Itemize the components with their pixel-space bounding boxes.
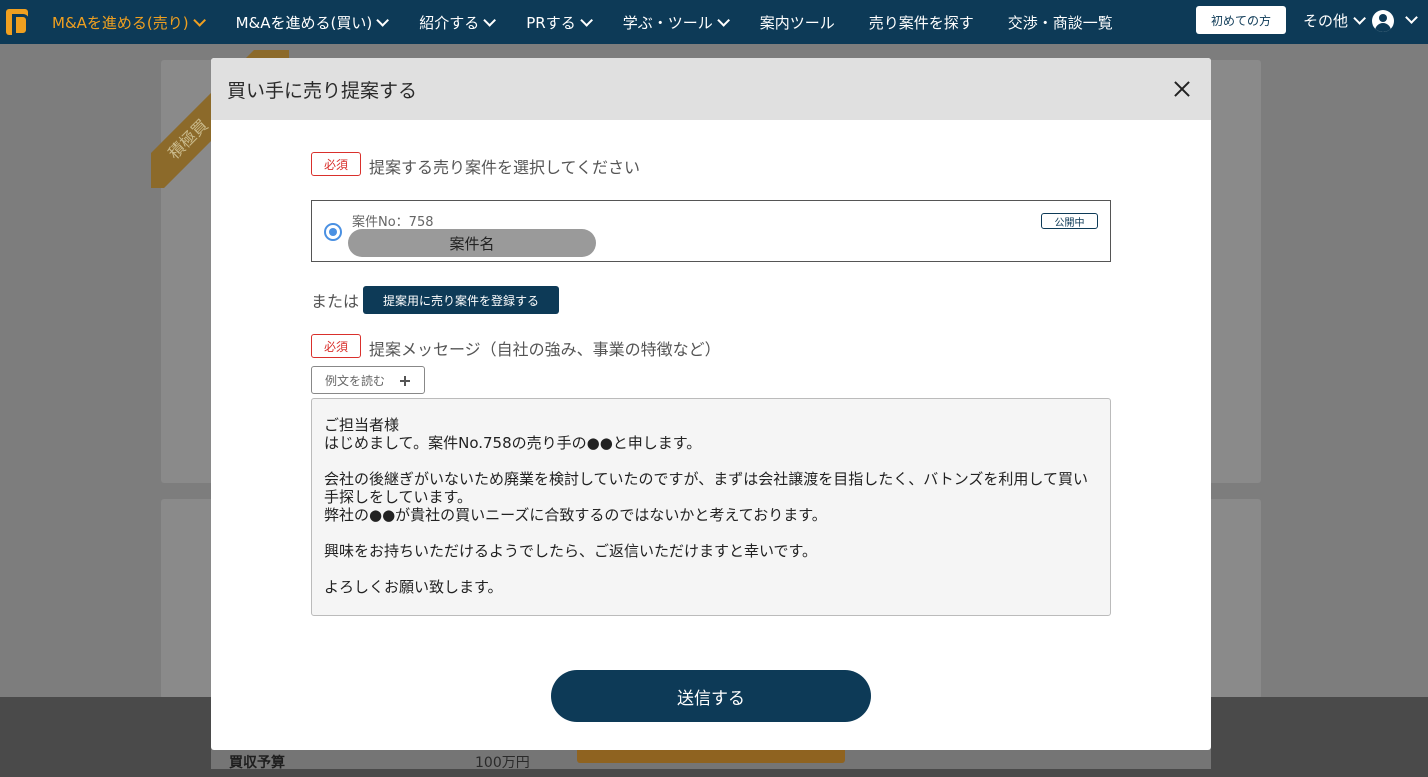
budget-key: 買収予算	[229, 755, 285, 771]
top-nav: M&Aを進める(売り) M&Aを進める(買い) 紹介する PRする 学ぶ・ツール…	[0, 0, 1428, 44]
plus-icon	[400, 376, 410, 386]
nav-learn-label: 学ぶ・ツール	[622, 13, 713, 32]
user-account-icon[interactable]	[1372, 10, 1394, 32]
close-icon[interactable]	[1173, 80, 1191, 98]
required-badge: 必須	[311, 334, 361, 358]
nav-learn[interactable]: 学ぶ・ツール	[622, 12, 730, 33]
message-line	[324, 452, 1098, 470]
case-number: 案件No：758	[352, 215, 434, 230]
message-line: はじめまして。案件No.758の売り手の●●と申します。	[324, 434, 702, 452]
nav-sell-label: M&Aを進める(売り)	[52, 13, 189, 32]
nav-introduce[interactable]: 紹介する	[419, 12, 497, 33]
status-badge: 公開中	[1041, 213, 1098, 229]
message-line: よろしくお願い致します。	[324, 578, 503, 596]
modal-header: 買い手に売り提案する	[211, 58, 1211, 120]
chevron-down-icon	[1353, 12, 1367, 25]
message-label: 提案メッセージ（自社の強み、事業の特徴など）	[369, 340, 721, 359]
user-chevron-down-icon[interactable]	[1405, 11, 1418, 24]
nav-guide-tools[interactable]: 案内ツール	[760, 12, 835, 33]
required-badge: 必須	[311, 152, 361, 176]
nav-pr[interactable]: PRする	[526, 12, 593, 33]
message-line	[324, 560, 1098, 578]
logo-icon[interactable]	[6, 9, 29, 36]
nav-find-deals[interactable]: 売り案件を探す	[869, 12, 974, 33]
chevron-down-icon	[376, 13, 390, 27]
nav-other[interactable]: その他	[1303, 10, 1367, 31]
example-text-label: 例文を読む	[325, 373, 386, 388]
submit-button[interactable]: 送信する	[551, 670, 871, 722]
nav-introduce-label: 紹介する	[419, 13, 480, 32]
message-line: 弊社の●●が貴社の買いニーズに合致するのではないかと考えております。	[324, 506, 827, 524]
propose-modal: 買い手に売り提案する 必須 提案する売り案件を選択してください 案件No：758…	[211, 58, 1211, 750]
chevron-down-icon	[716, 13, 730, 27]
chevron-down-icon	[192, 13, 206, 27]
example-text-button[interactable]: 例文を読む	[311, 366, 425, 394]
budget-value: 100万円	[475, 755, 530, 771]
first-time-button[interactable]: 初めての方	[1196, 6, 1286, 34]
radio-selected-icon[interactable]	[324, 223, 342, 241]
message-line: ご担当者様	[324, 416, 400, 434]
message-line	[324, 524, 1098, 542]
modal-title: 買い手に売り提案する	[227, 79, 418, 102]
chevron-down-icon	[483, 13, 497, 27]
nav-negotiations[interactable]: 交渉・商談一覧	[1008, 12, 1113, 33]
chevron-down-icon	[579, 13, 593, 27]
proposal-option[interactable]: 案件No：758 案件名 公開中	[311, 200, 1111, 262]
message-line: 興味をお持ちいただけるようでしたら、ご返信いただけますと幸いです。	[324, 542, 818, 560]
nav-guide-tools-label: 案内ツール	[759, 13, 835, 32]
message-textarea[interactable]: ご担当者様 はじめまして。案件No.758の売り手の●●と申します。 会社の後継…	[311, 398, 1111, 616]
message-line: 会社の後継ぎがいないため廃業を検討していたのですが、まずは会社譲渡を目指したく、…	[324, 470, 1088, 506]
or-text: または	[311, 292, 360, 311]
nav-buy-label: M&Aを進める(買い)	[235, 13, 373, 32]
select-deal-label: 提案する売り案件を選択してください	[369, 158, 641, 177]
nav-find-deals-label: 売り案件を探す	[868, 13, 974, 32]
nav-other-label: その他	[1303, 12, 1349, 30]
nav-buy[interactable]: M&Aを進める(買い)	[235, 12, 390, 33]
nav-negotiations-label: 交渉・商談一覧	[1007, 13, 1113, 32]
nav-pr-label: PRする	[526, 13, 576, 32]
register-deal-button[interactable]: 提案用に売り案件を登録する	[363, 286, 559, 314]
nav-sell[interactable]: M&Aを進める(売り)	[52, 12, 206, 33]
case-name: 案件名	[348, 229, 596, 257]
